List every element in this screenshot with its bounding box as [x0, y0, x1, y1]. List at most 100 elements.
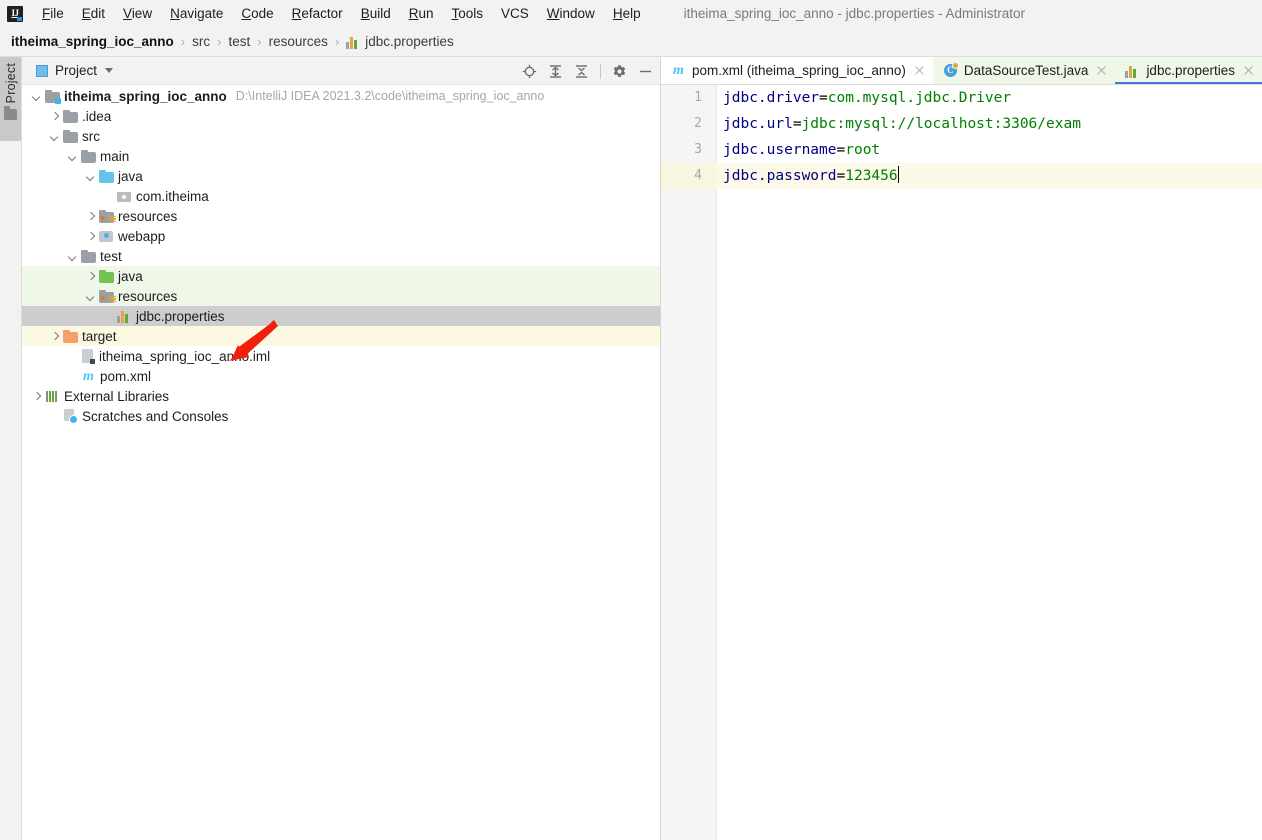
- tree-row-resources[interactable]: resources: [22, 286, 661, 306]
- tree-row-java[interactable]: java: [22, 266, 661, 286]
- tree-row-label: resources: [118, 208, 178, 224]
- code-line[interactable]: jdbc.username=root: [723, 137, 1262, 163]
- intellij-logo-icon: IJ: [7, 5, 23, 22]
- folder-blue-icon: [99, 169, 114, 183]
- tree-row-resources[interactable]: resources: [22, 206, 661, 226]
- menu-item-help[interactable]: Help: [604, 3, 650, 25]
- tree-row-jdbc-properties[interactable]: jdbc.properties: [22, 306, 661, 326]
- menu-item-run[interactable]: Run: [400, 3, 443, 25]
- menu-item-window[interactable]: Window: [538, 3, 604, 25]
- hide-panel-icon[interactable]: [638, 64, 653, 79]
- expand-all-icon[interactable]: [548, 64, 563, 79]
- tree-row-itheima-spring-ioc-anno[interactable]: itheima_spring_ioc_anno D:\IntelliJ IDEA …: [22, 86, 661, 106]
- chevron-down-icon[interactable]: [86, 292, 95, 301]
- properties-file-icon: [1125, 63, 1140, 79]
- chevron-down-icon[interactable]: [32, 92, 41, 101]
- tree-row-itheima-spring-ioc-anno-iml[interactable]: itheima_spring_ioc_anno.iml: [22, 346, 661, 366]
- breadcrumb-separator: ›: [257, 34, 262, 49]
- tree-row-target[interactable]: target: [22, 326, 661, 346]
- tree-row-test[interactable]: test: [22, 246, 661, 266]
- menu-item-file[interactable]: File: [33, 3, 73, 25]
- close-icon[interactable]: [914, 65, 925, 76]
- tree-row-webapp[interactable]: webapp: [22, 226, 661, 246]
- folder-gray-icon: [81, 249, 96, 263]
- tree-row-label: jdbc.properties: [136, 308, 225, 324]
- menu-item-build[interactable]: Build: [352, 3, 400, 25]
- breadcrumb-item-project[interactable]: itheima_spring_ioc_anno: [11, 34, 174, 49]
- editor-tab-label: DataSourceTest.java: [963, 63, 1089, 78]
- editor-tab-bar: m pom.xml (itheima_spring_ioc_anno) C Da…: [661, 57, 1262, 85]
- iml-file-icon: [81, 348, 95, 364]
- tree-row-java[interactable]: java: [22, 166, 661, 186]
- menu-item-refactor[interactable]: Refactor: [283, 3, 352, 25]
- menu-item-tools[interactable]: Tools: [443, 3, 493, 25]
- tree-row-label: resources: [118, 288, 178, 304]
- editor-tab-jdbc-properties[interactable]: jdbc.properties: [1115, 57, 1262, 84]
- webapp-folder-icon: [99, 229, 114, 243]
- property-separator: =: [792, 116, 802, 132]
- code-line[interactable]: jdbc.url=jdbc:mysql://localhost:3306/exa…: [723, 111, 1262, 137]
- project-tree[interactable]: itheima_spring_ioc_anno D:\IntelliJ IDEA …: [22, 85, 661, 426]
- tool-window-button-project[interactable]: Project: [0, 57, 21, 141]
- menu-item-code[interactable]: Code: [232, 3, 282, 25]
- package-icon: [117, 189, 132, 203]
- tree-row-pom-xml[interactable]: m pom.xml: [22, 366, 661, 386]
- code-content[interactable]: jdbc.driver=com.mysql.jdbc.Driver jdbc.ur…: [718, 85, 1262, 840]
- tree-row-com-itheima[interactable]: com.itheima: [22, 186, 661, 206]
- tree-row-scratches-and-consoles[interactable]: Scratches and Consoles: [22, 406, 661, 426]
- tree-arrow-placeholder: [104, 312, 113, 321]
- property-key: jdbc.password: [723, 168, 837, 184]
- menu-item-edit[interactable]: Edit: [73, 3, 114, 25]
- chevron-right-icon[interactable]: [86, 272, 95, 281]
- editor-tab-datasourcetest-java[interactable]: C DataSourceTest.java: [932, 57, 1116, 84]
- chevron-down-icon[interactable]: [68, 252, 77, 261]
- property-key: jdbc.url: [723, 116, 793, 132]
- menu-item-vcs[interactable]: VCS: [492, 3, 538, 25]
- project-panel-title: Project: [55, 63, 98, 78]
- tree-row-label: webapp: [118, 228, 166, 244]
- code-line[interactable]: jdbc.driver=com.mysql.jdbc.Driver: [723, 85, 1262, 111]
- chevron-down-icon[interactable]: [105, 68, 114, 73]
- chevron-down-icon[interactable]: [68, 152, 77, 161]
- close-icon[interactable]: [1096, 65, 1107, 76]
- tree-row-label: java: [118, 268, 143, 284]
- resources-folder-icon: [99, 289, 116, 303]
- menu-item-navigate[interactable]: Navigate: [161, 3, 232, 25]
- window-title: itheima_spring_ioc_anno - jdbc.propertie…: [683, 6, 1026, 21]
- chevron-right-icon[interactable]: [50, 112, 59, 121]
- folder-orange-icon: [63, 329, 78, 343]
- chevron-right-icon[interactable]: [86, 212, 95, 221]
- menu-item-view[interactable]: View: [114, 3, 161, 25]
- tree-row-label: target: [82, 328, 117, 344]
- resources-folder-icon: [99, 209, 116, 223]
- breadcrumb: itheima_spring_ioc_anno › src › test › r…: [0, 27, 1262, 57]
- scratches-icon: [63, 408, 78, 424]
- gear-icon[interactable]: [612, 64, 627, 79]
- breadcrumb-item-test[interactable]: test: [228, 34, 250, 49]
- tree-row-idea[interactable]: .idea: [22, 106, 661, 126]
- chevron-right-icon[interactable]: [50, 332, 59, 341]
- tree-row-label: itheima_spring_ioc_anno: [64, 88, 227, 104]
- close-icon[interactable]: [1243, 65, 1254, 76]
- chevron-down-icon[interactable]: [86, 172, 95, 181]
- breadcrumb-item-file[interactable]: jdbc.properties: [346, 34, 454, 50]
- breadcrumb-item-resources[interactable]: resources: [269, 34, 328, 49]
- project-panel-toolbar: [522, 57, 653, 85]
- editor-gutter[interactable]: 1 2 3 4: [661, 85, 717, 840]
- breadcrumb-separator: ›: [334, 34, 340, 49]
- breadcrumb-item-src[interactable]: src: [192, 34, 210, 49]
- chevron-down-icon[interactable]: [50, 132, 59, 141]
- editor-tab-label: pom.xml (itheima_spring_ioc_anno): [692, 63, 906, 78]
- tree-row-external-libraries[interactable]: External Libraries: [22, 386, 661, 406]
- collapse-all-icon[interactable]: [574, 64, 589, 79]
- chevron-right-icon[interactable]: [32, 392, 41, 401]
- tree-row-main[interactable]: main: [22, 146, 661, 166]
- chevron-right-icon[interactable]: [86, 232, 95, 241]
- tree-row-src[interactable]: src: [22, 126, 661, 146]
- tree-row-label: java: [118, 168, 143, 184]
- locate-in-tree-icon[interactable]: [522, 64, 537, 79]
- tree-row-label: itheima_spring_ioc_anno.iml: [99, 348, 271, 364]
- code-line[interactable]: jdbc.password=123456: [723, 163, 1262, 189]
- code-editor[interactable]: 1234 jdbc.driver=com.mysql.jdbc.Driver jd…: [661, 85, 1262, 840]
- editor-tab-pom-xml[interactable]: m pom.xml (itheima_spring_ioc_anno): [661, 57, 933, 84]
